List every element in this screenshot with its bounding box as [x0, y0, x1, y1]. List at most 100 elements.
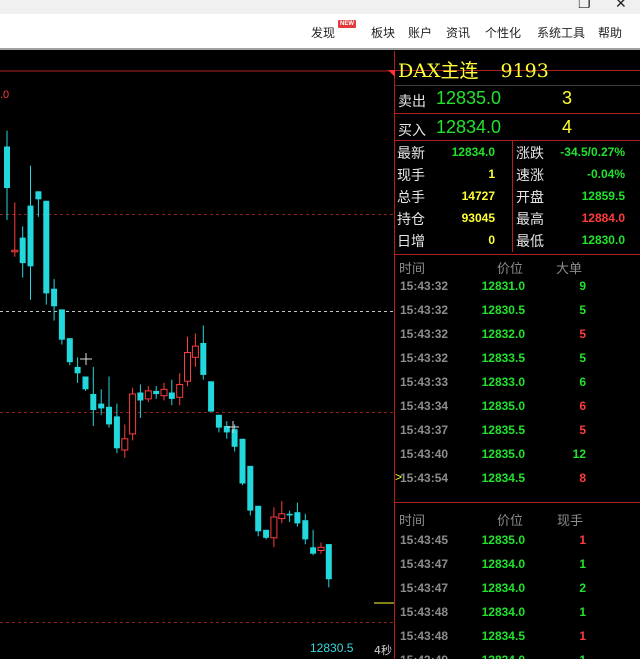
close-icon[interactable]: ✕	[615, 0, 627, 11]
row-time: 15:43:32	[400, 351, 449, 365]
menu-item-personalize[interactable]: 个性化	[485, 24, 521, 41]
stat-value-left-2: 14727	[461, 189, 495, 203]
divider	[395, 113, 640, 114]
tick-row[interactable]: 15:43:47 12834.0 2	[395, 581, 640, 605]
stat-label-left-2: 总手	[397, 190, 425, 206]
tick-row[interactable]: 15:43:49 12834.0 1	[395, 653, 640, 659]
menu-bar: 发现 NEW 板块 账户 资讯 个性化 系统工具 帮助	[0, 14, 640, 50]
tick-row[interactable]: 15:43:47 12834.0 1	[395, 557, 640, 581]
sell-price[interactable]: 12835.0	[436, 88, 501, 109]
candle-body	[43, 200, 50, 294]
row-price: 12834.5	[481, 471, 525, 485]
stat-label-left-4: 日增	[397, 234, 425, 250]
menu-item-system-tools[interactable]: 系统工具	[537, 24, 585, 41]
stat-value-left-3: 93045	[461, 211, 495, 225]
buy-volume: 4	[562, 117, 573, 137]
row-time: 15:43:33	[400, 375, 449, 389]
menu-item-discover[interactable]: 发现 NEW	[311, 20, 356, 41]
stat-label-right-1: 速涨	[516, 168, 544, 184]
row-time: 15:43:32	[400, 279, 449, 293]
period-label: 4秒	[374, 643, 392, 657]
stat-label-right-2: 开盘	[516, 190, 544, 206]
menu-item-account[interactable]: 账户	[408, 24, 432, 41]
contract-name[interactable]: DAX主连 9193	[398, 56, 549, 83]
menu-item-sectors[interactable]: 板块	[371, 24, 395, 41]
corner-marker	[388, 70, 395, 77]
candle-body	[11, 249, 19, 253]
sell-label: 卖出	[398, 94, 426, 110]
row-time: 15:43:45	[400, 533, 449, 547]
big-order-row[interactable]: 15:43:54 12834.5 8 >	[395, 470, 640, 495]
menu-item-help[interactable]: 帮助	[598, 24, 622, 41]
big-order-row[interactable]: 15:43:40 12835.0 12	[395, 447, 640, 471]
tick-row[interactable]: 15:43:45 12835.0 1	[395, 533, 640, 557]
big-order-row[interactable]: 15:43:32 12833.5 5	[395, 351, 640, 375]
candle-body	[325, 544, 332, 580]
row-time: 15:43:37	[400, 423, 449, 437]
candlestick-chart[interactable]: .0 12830.5 4秒	[0, 51, 394, 659]
restore-icon[interactable]: ❐	[578, 0, 591, 11]
stat-label-right-0: 涨跌	[516, 146, 544, 162]
stat-value-left-0: 12834.0	[451, 145, 495, 159]
menu-item-label: 发现	[311, 26, 336, 40]
tick-row[interactable]: 15:43:48 12834.0 1	[395, 605, 640, 629]
row-time: 15:43:47	[400, 557, 449, 571]
candle-body	[121, 438, 129, 451]
candle-body	[168, 392, 175, 399]
new-badge: NEW	[338, 20, 356, 28]
row-price: 12834.0	[481, 557, 525, 571]
row-volume: 1	[579, 629, 586, 643]
big-order-row[interactable]: 15:43:32 12832.0 5	[395, 327, 640, 351]
tick-row[interactable]: 15:43:48 12834.5 1	[395, 629, 640, 653]
row-time: 15:43:40	[400, 447, 449, 461]
candle-body	[82, 376, 89, 390]
candle-body	[129, 393, 137, 435]
row-volume: 6	[579, 375, 586, 389]
big-order-row[interactable]: 15:43:32 12830.5 5	[395, 303, 640, 327]
row-volume: 2	[579, 581, 586, 595]
candle-body	[144, 390, 152, 400]
candle-body	[247, 465, 254, 511]
row-time: 15:43:54	[400, 471, 449, 485]
big-orders-header-volume: 大单	[556, 262, 583, 277]
row-volume: 6	[579, 399, 586, 413]
row-volume: 5	[579, 351, 586, 365]
stat-value-right-2: 12859.5	[581, 189, 625, 203]
row-time: 15:43:48	[400, 629, 449, 643]
candle-body	[98, 403, 105, 409]
candle-body	[137, 392, 144, 401]
candle-body	[255, 505, 262, 532]
candle-body	[200, 343, 207, 375]
row-price: 12832.0	[481, 327, 525, 341]
menu-item-news[interactable]: 资讯	[446, 24, 470, 41]
big-orders-header-price: 价位	[497, 262, 524, 277]
candle-body	[317, 546, 325, 551]
low-price-label: 12830.5	[310, 641, 354, 655]
stat-value-right-4: 12830.0	[581, 233, 625, 247]
stat-label-left-3: 持仓	[397, 212, 425, 228]
row-price: 12831.0	[481, 279, 525, 293]
contract-code: 9193	[500, 60, 549, 82]
row-price: 12835.0	[481, 533, 525, 547]
candle-body	[215, 414, 222, 428]
divider	[395, 502, 640, 503]
big-order-row[interactable]: 15:43:34 12835.0 6	[395, 399, 640, 423]
row-volume: 9	[579, 279, 586, 293]
candle-body	[176, 384, 184, 398]
stat-value-right-0: -34.5/0.27%	[560, 145, 625, 159]
row-time: 15:43:47	[400, 581, 449, 595]
big-order-row[interactable]: 15:43:37 12835.5 5	[395, 423, 640, 447]
candle-body	[294, 512, 301, 524]
row-price: 12830.5	[481, 303, 525, 317]
candle-body	[51, 288, 58, 307]
big-order-row[interactable]: 15:43:32 12831.0 9	[395, 279, 640, 303]
big-order-row[interactable]: 15:43:33 12833.0 6	[395, 375, 640, 399]
candle-body	[113, 416, 120, 449]
row-volume: 1	[579, 557, 586, 571]
buy-price[interactable]: 12834.0	[436, 117, 501, 138]
row-price: 12834.0	[482, 653, 525, 659]
price-axis-label: .0	[0, 89, 9, 101]
stat-value-right-1: -0.04%	[586, 167, 625, 181]
big-orders-header-time: 时间	[399, 262, 426, 277]
row-price: 12835.0	[481, 447, 525, 461]
